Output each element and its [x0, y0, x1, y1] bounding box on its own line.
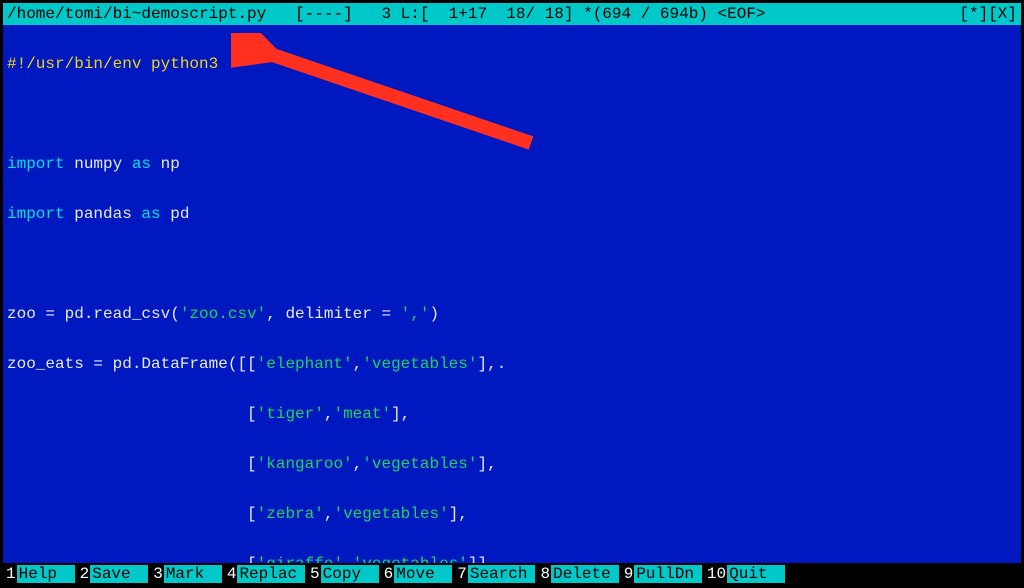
string-literal: 'zebra': [257, 505, 324, 523]
code-text: , delimiter =: [266, 305, 400, 323]
string-literal: 'kangaroo': [257, 455, 353, 473]
string-literal: 'giraffe': [257, 555, 343, 563]
fkey-num: 10: [706, 565, 727, 583]
fkey-label: Quit: [727, 565, 785, 583]
string-literal: 'vegetables': [353, 555, 468, 563]
fkey-label: Move: [394, 565, 452, 583]
fkey-num: 8: [539, 565, 551, 583]
fkey-label: Help: [17, 565, 75, 583]
fkey-delete[interactable]: 8Delete: [539, 565, 618, 583]
fkey-label: Copy: [321, 565, 379, 583]
code-text: ],: [391, 405, 410, 423]
fkey-num: 4: [226, 565, 238, 583]
string-literal: 'elephant': [257, 355, 353, 373]
code-text: pd: [161, 205, 190, 223]
string-literal: ',': [401, 305, 430, 323]
function-key-bar: 1Help 2Save 3Mark 4Replac 5Copy 6Move 7S…: [3, 563, 1021, 585]
code-text: [: [7, 505, 257, 523]
status-info: [----] 3 L:[ 1+17 18/ 18] *(694 / 694b) …: [266, 4, 959, 24]
code-text: pandas: [65, 205, 142, 223]
fkey-num: 5: [309, 565, 321, 583]
code-text: [: [7, 555, 257, 563]
fkey-num: 2: [79, 565, 91, 583]
code-text: zoo = pd.read_csv(: [7, 305, 180, 323]
blank-line: [7, 252, 1017, 277]
code-text: ,: [353, 355, 363, 373]
fkey-label: Search: [468, 565, 536, 583]
fkey-label: Delete: [551, 565, 619, 583]
code-text: ): [429, 305, 439, 323]
keyword-as: as: [132, 155, 151, 173]
fkey-num: 1: [5, 565, 17, 583]
fkey-search[interactable]: 7Search: [456, 565, 535, 583]
code-text: [: [7, 405, 257, 423]
fkey-quit[interactable]: 10Quit: [706, 565, 785, 583]
keyword-import: import: [7, 155, 65, 173]
fkey-pulldn[interactable]: 9PullDn: [623, 565, 702, 583]
code-editor[interactable]: #!/usr/bin/env python3 import numpy as n…: [3, 25, 1021, 563]
code-text: [: [7, 455, 257, 473]
mcedit-window: /home/tomi/bi~demoscript.py [----] 3 L:[…: [0, 0, 1024, 588]
blank-line: [7, 102, 1017, 127]
fkey-save[interactable]: 2Save: [79, 565, 149, 583]
fkey-move[interactable]: 6Move: [383, 565, 453, 583]
code-text: np: [151, 155, 180, 173]
string-literal: 'tiger': [257, 405, 324, 423]
title-bar: /home/tomi/bi~demoscript.py [----] 3 L:[…: [3, 3, 1021, 25]
fkey-label: Mark: [164, 565, 222, 583]
code-text: ,: [353, 455, 363, 473]
code-text: ]],: [468, 555, 497, 563]
string-literal: 'vegetables': [362, 355, 477, 373]
window-controls[interactable]: [*][X]: [959, 4, 1017, 24]
shebang-line: #!/usr/bin/env python3: [7, 55, 218, 73]
file-path: /home/tomi/bi~demoscript.py: [7, 4, 266, 24]
fkey-num: 6: [383, 565, 395, 583]
string-literal: 'vegetables': [362, 455, 477, 473]
code-text: ],: [449, 505, 468, 523]
code-text: zoo_eats = pd.DataFrame([[: [7, 355, 257, 373]
code-text: numpy: [65, 155, 132, 173]
fkey-num: 7: [456, 565, 468, 583]
fkey-help[interactable]: 1Help: [5, 565, 75, 583]
string-literal: 'vegetables': [333, 505, 448, 523]
fkey-num: 3: [152, 565, 164, 583]
fkey-label: PullDn: [634, 565, 702, 583]
keyword-as: as: [141, 205, 160, 223]
fkey-label: Save: [90, 565, 148, 583]
fkey-label: Replac: [237, 565, 305, 583]
fkey-num: 9: [623, 565, 635, 583]
fkey-replace[interactable]: 4Replac: [226, 565, 305, 583]
string-literal: 'zoo.csv': [180, 305, 266, 323]
keyword-import: import: [7, 205, 65, 223]
string-literal: 'meat': [333, 405, 391, 423]
fkey-copy[interactable]: 5Copy: [309, 565, 379, 583]
fkey-mark[interactable]: 3Mark: [152, 565, 222, 583]
code-text: ],.: [477, 355, 506, 373]
code-text: ],: [477, 455, 496, 473]
code-text: ,: [343, 555, 353, 563]
